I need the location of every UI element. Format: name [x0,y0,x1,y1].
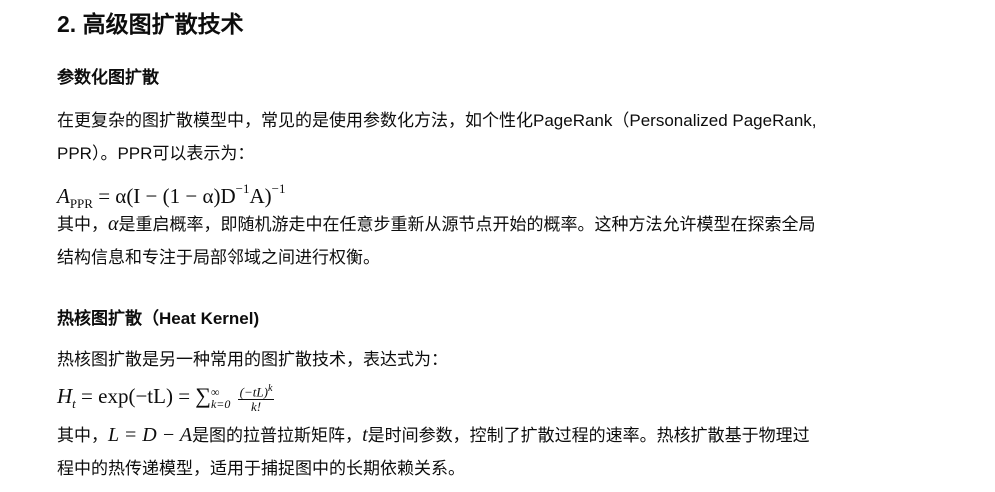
ppr-intro-paragraph: 在更复杂的图扩散模型中，常见的是使用参数化方法，如个性化PageRank（Per… [57,104,962,170]
heat-explanation-mid: 是图的拉普拉斯矩阵， [192,426,363,445]
ppr-intro-line-1: 在更复杂的图扩散模型中，常见的是使用参数化方法，如个性化PageRank（Per… [57,111,817,130]
ppr-formula-rhs: = α(I − (1 − α)D [98,184,236,208]
heat-kernel-intro-line: 热核图扩散是另一种常用的图扩散技术，表达式为： [57,350,448,369]
fraction-numerator-base: (−tL) [239,384,268,400]
ppr-explanation-line-2: 结构信息和专注于局部邻域之间进行权衡。 [57,248,380,267]
laplacian-expression: L = D − A [108,424,193,446]
ppr-formula-outer-exponent: −1 [271,181,286,196]
ppr-explanation-text: 是重启概率，即随机游走中在任意步重新从源节点开始的概率。这种方法允许模型在探索全… [118,215,816,234]
ppr-explanation-line-1: 其中，α是重启概率，即随机游走中在任意步重新从源节点开始的概率。这种方法允许模型… [57,208,962,241]
series-term-fraction: (−tL)k k! [237,382,275,415]
heat-explanation-text: 是时间参数，控制了扩散过程的速率。热核扩散基于物理过 [367,426,810,445]
heat-kernel-heading: 热核图扩散（Heat Kernel) [57,309,260,328]
heat-formula-lhs: H [57,384,73,408]
ppr-formula-rhs-tail: A) [249,184,272,208]
heat-explanation-line-2: 程中的热传递模型，适用于捕捉图中的长期依赖关系。 [57,459,465,478]
fraction-numerator-exponent: k [267,383,273,395]
ppr-formula-lhs: A [57,184,70,208]
ppr-intro-line-2: PPR）。PPR可以表示为： [57,144,255,163]
heat-explanation-line-1: 其中，L = D − A是图的拉普拉斯矩阵，t是时间参数，控制了扩散过程的速率。… [57,419,962,452]
ppr-explanation-prefix: 其中， [57,215,108,234]
heat-formula-exp: = exp(−tL) = [81,384,191,408]
fraction-numerator: (−tL)k [237,382,275,401]
heat-explanation-prefix: 其中， [57,426,108,445]
heat-kernel-intro-paragraph: 热核图扩散是另一种常用的图扩散技术，表达式为： [57,343,962,376]
heat-formula-lhs-subscript: t [72,396,76,411]
heat-kernel-formula: Ht = exp(−tL) = ∑ ∞ k=0 (−tL)k k! [57,381,276,419]
section-title: 2. 高级图扩散技术 [57,11,244,37]
fraction-denominator: k! [250,399,262,415]
summation-lower-limit: k=0 [210,397,231,412]
heat-kernel-explanation-paragraph: 其中，L = D − A是图的拉普拉斯矩阵，t是时间参数，控制了扩散过程的速率。… [57,419,962,485]
alpha-symbol: α [108,213,119,235]
ppr-heading: 参数化图扩散 [57,68,159,87]
ppr-explanation-paragraph: 其中，α是重启概率，即随机游走中在任意步重新从源节点开始的概率。这种方法允许模型… [57,208,962,274]
summation-limits: ∞ k=0 [211,386,230,410]
summation-symbol: ∑ [195,383,211,408]
ppr-formula-inverse-exponent: −1 [235,181,250,196]
